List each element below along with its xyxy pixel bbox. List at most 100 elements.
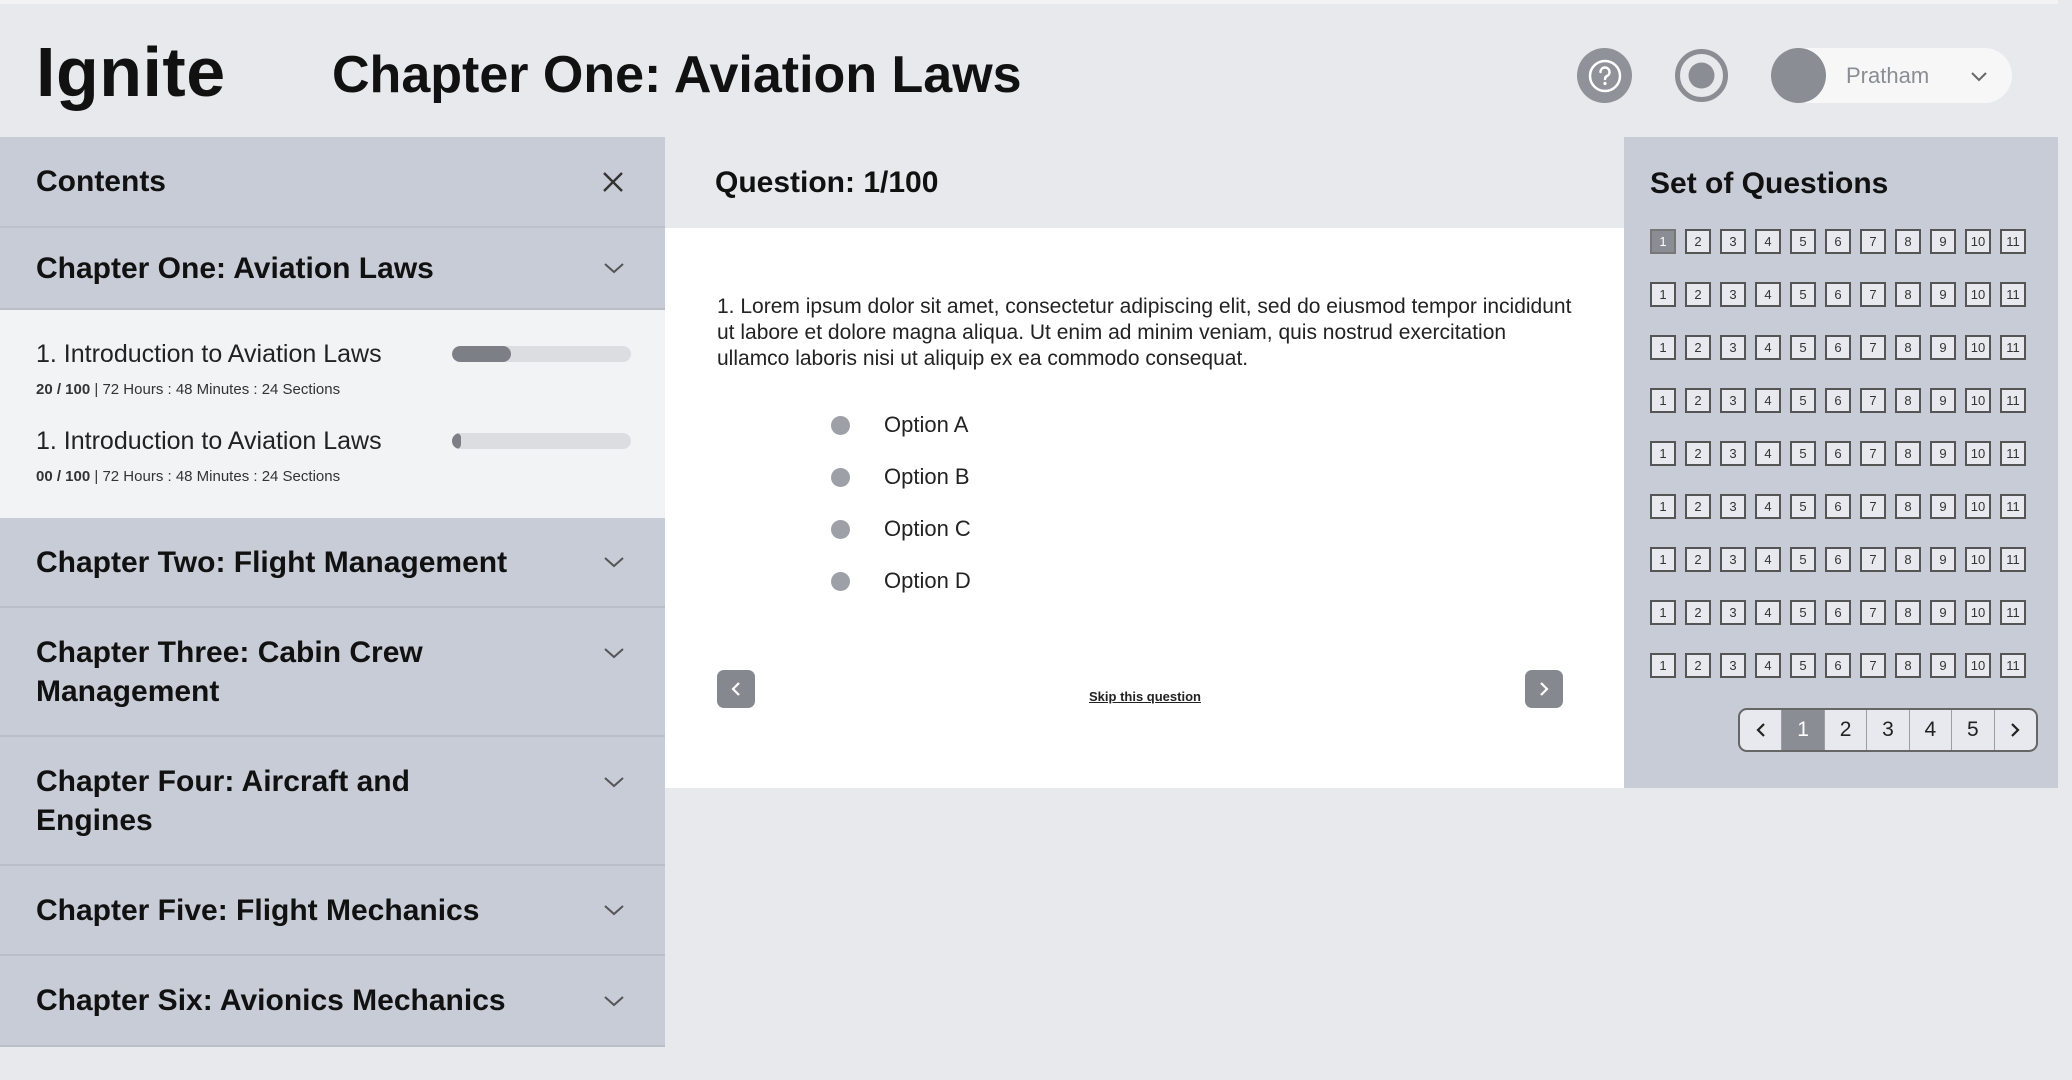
question-number-button[interactable]: 11 — [2000, 494, 2026, 519]
question-number-button[interactable]: 10 — [1965, 653, 1991, 678]
question-number-button[interactable]: 9 — [1930, 653, 1956, 678]
question-number-button[interactable]: 7 — [1860, 335, 1886, 360]
skip-question-link[interactable]: Skip this question — [1089, 689, 1201, 704]
help-button[interactable] — [1577, 48, 1632, 103]
question-number-button[interactable]: 9 — [1930, 335, 1956, 360]
question-number-button[interactable]: 3 — [1720, 335, 1746, 360]
question-number-button[interactable]: 1 — [1650, 335, 1676, 360]
question-number-button[interactable]: 6 — [1825, 441, 1851, 466]
chapter-item-3[interactable]: Chapter Three: Cabin Crew Management — [0, 608, 665, 737]
question-number-button[interactable]: 2 — [1685, 600, 1711, 625]
question-number-button[interactable]: 9 — [1930, 282, 1956, 307]
question-number-button[interactable]: 7 — [1860, 282, 1886, 307]
question-number-button[interactable]: 2 — [1685, 653, 1711, 678]
question-number-button[interactable]: 3 — [1720, 282, 1746, 307]
question-number-button[interactable]: 5 — [1790, 229, 1816, 254]
question-number-button[interactable]: 9 — [1930, 547, 1956, 572]
question-number-button[interactable]: 5 — [1790, 282, 1816, 307]
radio-button[interactable] — [831, 571, 850, 591]
question-number-button[interactable]: 1 — [1650, 547, 1676, 572]
question-number-button[interactable]: 10 — [1965, 282, 1991, 307]
question-number-button[interactable]: 2 — [1685, 547, 1711, 572]
question-number-button[interactable]: 10 — [1965, 335, 1991, 360]
radio-button[interactable] — [831, 519, 850, 539]
question-number-button[interactable]: 3 — [1720, 229, 1746, 254]
question-number-button[interactable]: 11 — [2000, 547, 2026, 572]
chapter-item-2[interactable]: Chapter Two: Flight Management — [0, 518, 665, 608]
question-number-button[interactable]: 5 — [1790, 600, 1816, 625]
question-number-button[interactable]: 6 — [1825, 547, 1851, 572]
page-button[interactable]: 3 — [1867, 710, 1910, 750]
chapter-item-5[interactable]: Chapter Five: Flight Mechanics — [0, 866, 665, 956]
page-button[interactable]: 5 — [1952, 710, 1995, 750]
question-number-button[interactable]: 7 — [1860, 653, 1886, 678]
question-number-button[interactable]: 1 — [1650, 229, 1676, 254]
lesson-item[interactable]: 1. Introduction to Aviation Laws 20 / 10… — [0, 340, 665, 427]
user-menu[interactable]: Pratham — [1771, 48, 2012, 103]
question-number-button[interactable]: 4 — [1755, 441, 1781, 466]
option-b[interactable]: Option B — [831, 451, 971, 503]
question-number-button[interactable]: 4 — [1755, 282, 1781, 307]
record-button[interactable] — [1674, 48, 1729, 103]
question-number-button[interactable]: 1 — [1650, 388, 1676, 413]
question-number-button[interactable]: 8 — [1895, 229, 1921, 254]
question-number-button[interactable]: 7 — [1860, 441, 1886, 466]
radio-button[interactable] — [831, 415, 850, 435]
question-number-button[interactable]: 10 — [1965, 229, 1991, 254]
option-c[interactable]: Option C — [831, 503, 971, 555]
question-number-button[interactable]: 3 — [1720, 653, 1746, 678]
question-number-button[interactable]: 5 — [1790, 441, 1816, 466]
question-number-button[interactable]: 8 — [1895, 441, 1921, 466]
question-number-button[interactable]: 6 — [1825, 653, 1851, 678]
option-a[interactable]: Option A — [831, 399, 971, 451]
question-number-button[interactable]: 11 — [2000, 600, 2026, 625]
chapter-item-4[interactable]: Chapter Four: Aircraft and Engines — [0, 737, 665, 866]
page-button[interactable]: 1 — [1782, 710, 1825, 750]
question-number-button[interactable]: 9 — [1930, 388, 1956, 413]
question-number-button[interactable]: 5 — [1790, 653, 1816, 678]
page-button[interactable]: 4 — [1910, 710, 1953, 750]
question-number-button[interactable]: 3 — [1720, 600, 1746, 625]
pagination-prev-button[interactable] — [1740, 710, 1783, 750]
question-number-button[interactable]: 11 — [2000, 653, 2026, 678]
question-number-button[interactable]: 1 — [1650, 653, 1676, 678]
question-number-button[interactable]: 8 — [1895, 653, 1921, 678]
question-number-button[interactable]: 4 — [1755, 600, 1781, 625]
question-number-button[interactable]: 7 — [1860, 600, 1886, 625]
previous-question-button[interactable] — [717, 670, 755, 708]
question-number-button[interactable]: 11 — [2000, 335, 2026, 360]
question-number-button[interactable]: 10 — [1965, 441, 1991, 466]
question-number-button[interactable]: 1 — [1650, 494, 1676, 519]
question-number-button[interactable]: 3 — [1720, 441, 1746, 466]
question-number-button[interactable]: 5 — [1790, 547, 1816, 572]
next-question-button[interactable] — [1525, 670, 1563, 708]
question-number-button[interactable]: 1 — [1650, 600, 1676, 625]
question-number-button[interactable]: 4 — [1755, 335, 1781, 360]
question-number-button[interactable]: 4 — [1755, 547, 1781, 572]
question-number-button[interactable]: 1 — [1650, 282, 1676, 307]
question-number-button[interactable]: 3 — [1720, 388, 1746, 413]
chapter-item-1[interactable]: Chapter One: Aviation Laws — [0, 228, 665, 310]
question-number-button[interactable]: 6 — [1825, 229, 1851, 254]
question-number-button[interactable]: 7 — [1860, 388, 1886, 413]
question-number-button[interactable]: 8 — [1895, 547, 1921, 572]
question-number-button[interactable]: 4 — [1755, 388, 1781, 413]
question-number-button[interactable]: 9 — [1930, 441, 1956, 466]
question-number-button[interactable]: 2 — [1685, 335, 1711, 360]
option-d[interactable]: Option D — [831, 555, 971, 607]
question-number-button[interactable]: 11 — [2000, 441, 2026, 466]
question-number-button[interactable]: 7 — [1860, 494, 1886, 519]
question-number-button[interactable]: 6 — [1825, 282, 1851, 307]
question-number-button[interactable]: 2 — [1685, 282, 1711, 307]
question-number-button[interactable]: 2 — [1685, 388, 1711, 413]
question-number-button[interactable]: 2 — [1685, 494, 1711, 519]
question-number-button[interactable]: 6 — [1825, 494, 1851, 519]
question-number-button[interactable]: 4 — [1755, 494, 1781, 519]
question-number-button[interactable]: 6 — [1825, 388, 1851, 413]
question-number-button[interactable]: 8 — [1895, 335, 1921, 360]
question-number-button[interactable]: 5 — [1790, 335, 1816, 360]
question-number-button[interactable]: 2 — [1685, 441, 1711, 466]
question-number-button[interactable]: 11 — [2000, 388, 2026, 413]
question-number-button[interactable]: 2 — [1685, 229, 1711, 254]
question-number-button[interactable]: 9 — [1930, 494, 1956, 519]
